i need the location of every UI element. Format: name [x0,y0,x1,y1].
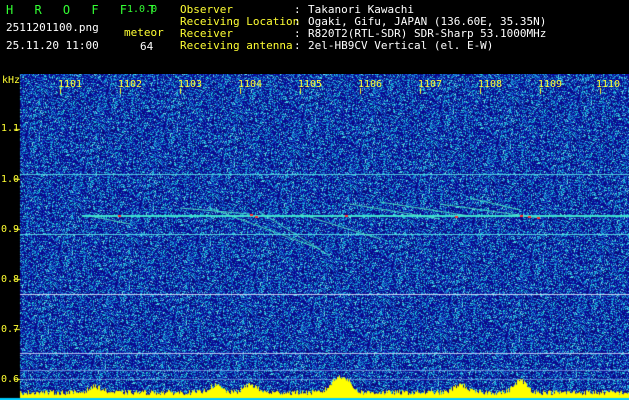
timestamp: 25.11.20 11:00 [6,39,99,52]
file-name: 2511201100.png [6,21,99,34]
spectrogram-canvas [0,74,629,400]
antenna-value: 2el-HB9CV Vertical (el. E-W) [308,39,494,52]
app-version: 1.0.0 [127,4,158,15]
x-tick-label: 1108 [478,79,503,90]
x-tick-label: 1105 [298,79,323,90]
meteor-label: meteor [124,26,164,39]
y-tick-label: 1.0 [1,174,20,185]
x-tick-label: 1107 [418,79,443,90]
x-tick-label: 1103 [178,79,203,90]
x-tick-label: 1109 [538,79,563,90]
y-axis-unit: kHz [2,75,21,86]
x-tick-label: 1104 [238,79,263,90]
y-tick-label: 0.8 [1,274,20,285]
y-tick-label: 0.9 [1,224,20,235]
y-tick-label: 0.7 [1,324,20,335]
y-tick-label: 0.6 [1,374,20,385]
meteor-count: 64 [140,40,154,53]
x-tick-label: 1110 [596,79,621,90]
antenna-separator: : [294,39,301,52]
y-tick-label: 1.1 [1,123,20,134]
header-panel: H R O F F T 1.0.0 2511201100.png 25.11.2… [0,0,629,74]
antenna-label: Receiving antenna [180,39,293,52]
x-tick-label: 1102 [118,79,143,90]
x-tick-label: 1106 [358,79,383,90]
x-tick-label: 1101 [58,79,83,90]
